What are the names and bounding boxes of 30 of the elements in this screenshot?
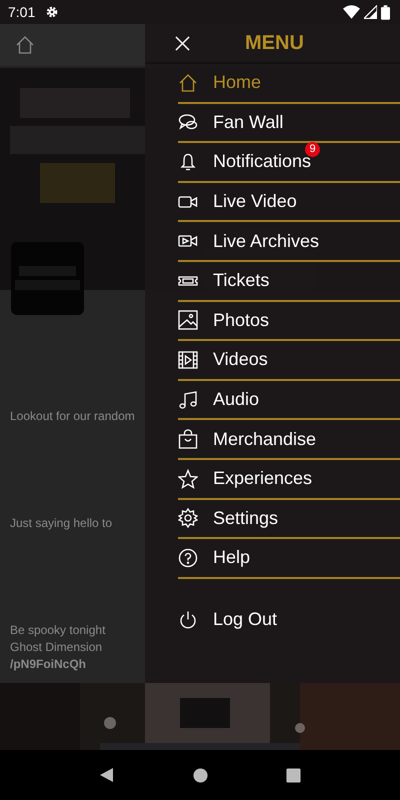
menu-item[interactable]: Log Out xyxy=(178,600,400,638)
home-button-icon[interactable] xyxy=(193,768,208,782)
status-time: 7:01 xyxy=(8,4,36,20)
image-icon xyxy=(178,310,198,330)
menu-item[interactable]: Help xyxy=(178,539,400,579)
close-icon[interactable] xyxy=(175,36,190,50)
menu-item[interactable]: Photos xyxy=(178,302,400,342)
music-note-icon xyxy=(178,390,198,410)
post-text: Just saying hello to xyxy=(10,515,112,532)
home-icon[interactable] xyxy=(15,35,35,55)
signal-icon xyxy=(364,5,377,19)
shopping-bag-icon xyxy=(178,429,198,450)
menu-item[interactable]: Videos xyxy=(178,341,400,381)
help-icon xyxy=(178,548,198,568)
back-icon[interactable] xyxy=(99,767,115,783)
menu-item[interactable]: Experiences xyxy=(178,460,400,500)
wifi-icon xyxy=(343,5,360,19)
settings-icon xyxy=(45,5,60,19)
menu-title: MENU xyxy=(245,32,304,54)
film-icon xyxy=(178,350,198,370)
menu-item[interactable]: Settings xyxy=(178,500,400,540)
star-icon xyxy=(178,468,198,489)
menu-item[interactable]: Audio xyxy=(178,380,400,420)
power-icon xyxy=(178,610,198,630)
settings-icon xyxy=(178,508,198,528)
battery-icon xyxy=(381,4,390,20)
menu-item[interactable]: Merchandise xyxy=(178,420,400,460)
post-text: Be spooky tonight Ghost Dimension /pN9FoiNcQh xyxy=(10,622,106,673)
post-text: Lookout for our random xyxy=(10,408,135,425)
recents-icon[interactable] xyxy=(286,768,301,782)
